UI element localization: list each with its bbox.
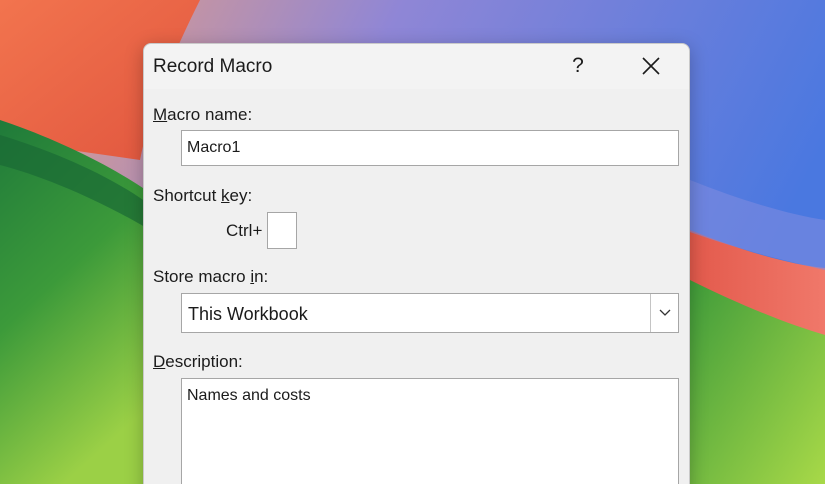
dialog-title: Record Macro <box>153 56 273 77</box>
close-icon <box>642 57 660 75</box>
help-button[interactable]: ? <box>559 48 597 84</box>
store-macro-label: Store macro in: <box>153 267 269 286</box>
macro-name-label: Macro name: <box>153 105 253 124</box>
store-macro-selected-value: This Workbook <box>188 304 308 324</box>
close-button[interactable] <box>631 48 671 84</box>
store-macro-select[interactable]: This Workbook <box>181 293 679 333</box>
dropdown-button[interactable] <box>650 294 678 332</box>
shortcut-key-label: Shortcut key: <box>153 186 253 205</box>
chevron-down-icon <box>659 309 670 316</box>
macro-name-input[interactable] <box>181 130 679 166</box>
description-textarea[interactable]: Names and costs <box>181 378 679 484</box>
ctrl-prefix-label: Ctrl+ <box>226 221 263 240</box>
record-macro-dialog: Record Macro ? Macro name: Shortcut key:… <box>143 43 690 484</box>
description-label: Description: <box>153 352 243 371</box>
shortcut-key-input[interactable] <box>267 212 297 249</box>
dialog-titlebar[interactable]: Record Macro ? <box>144 44 689 89</box>
